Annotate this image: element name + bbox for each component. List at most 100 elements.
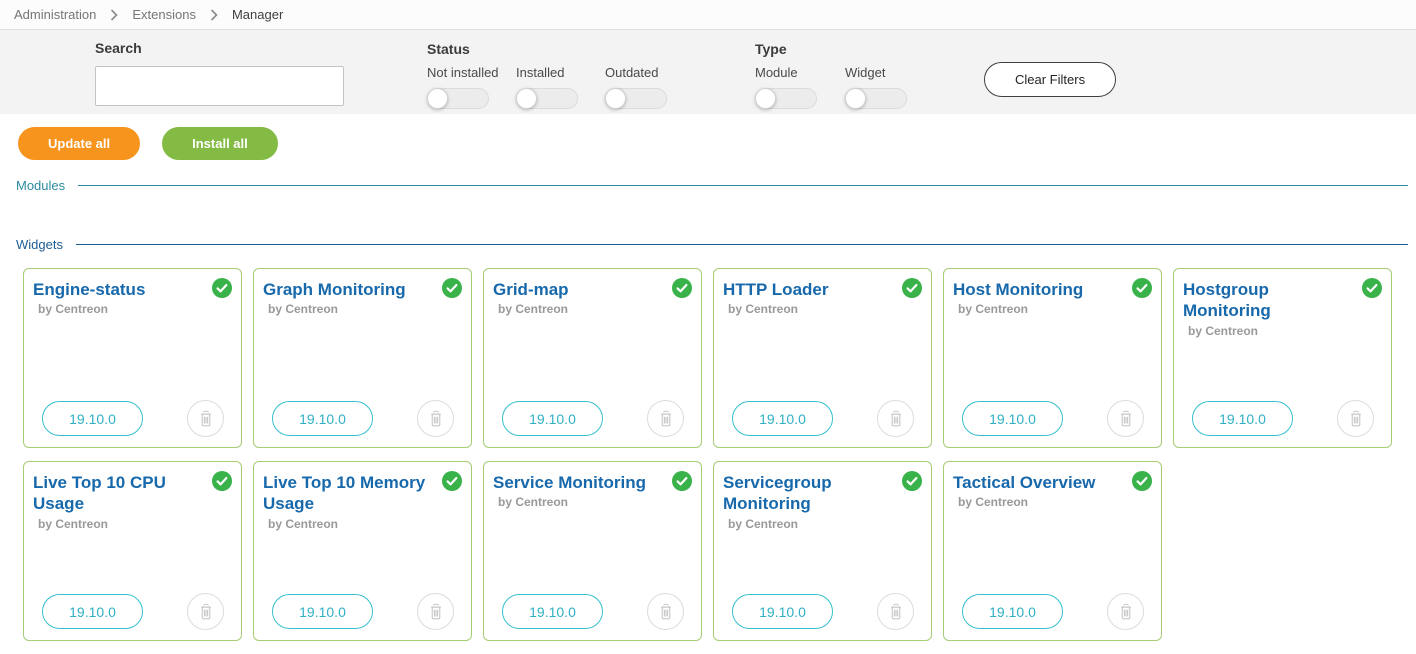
trash-icon — [1347, 409, 1365, 429]
card-footer: 19.10.0 — [42, 400, 224, 437]
version-button[interactable]: 19.10.0 — [272, 594, 373, 629]
version-button[interactable]: 19.10.0 — [42, 594, 143, 629]
card-title: Service Monitoring — [493, 472, 665, 493]
filter-outdated: Outdated — [605, 65, 667, 114]
card-author: by Centreon — [498, 302, 689, 316]
trash-icon — [427, 602, 445, 622]
extension-card[interactable]: Servicegroup Monitoring by Centreon 19.1… — [713, 461, 932, 641]
delete-button[interactable] — [647, 400, 684, 437]
widgets-grid: Engine-status by Centreon 19.10.0 — [0, 268, 1416, 654]
card-author: by Centreon — [958, 495, 1149, 509]
version-button[interactable]: 19.10.0 — [502, 401, 603, 436]
version-button[interactable]: 19.10.0 — [502, 594, 603, 629]
extension-card[interactable]: Tactical Overview by Centreon 19.10.0 — [943, 461, 1162, 641]
extension-card[interactable]: Live Top 10 Memory Usage by Centreon 19.… — [253, 461, 472, 641]
toggle-knob — [755, 88, 776, 109]
extension-card[interactable]: HTTP Loader by Centreon 19.10.0 — [713, 268, 932, 448]
card-title: Engine-status — [33, 279, 205, 300]
version-button[interactable]: 19.10.0 — [732, 401, 833, 436]
trash-icon — [1117, 409, 1135, 429]
breadcrumb-administration[interactable]: Administration — [14, 7, 96, 22]
trash-icon — [657, 409, 675, 429]
check-circle-icon — [1132, 471, 1152, 491]
card-title: Grid-map — [493, 279, 665, 300]
toggle-knob — [516, 88, 537, 109]
chevron-right-icon — [110, 9, 118, 21]
trash-icon — [197, 602, 215, 622]
delete-button[interactable] — [417, 400, 454, 437]
delete-button[interactable] — [187, 593, 224, 630]
check-circle-icon — [1132, 278, 1152, 298]
module-toggle[interactable] — [755, 88, 817, 109]
check-circle-icon — [902, 471, 922, 491]
trash-icon — [657, 602, 675, 622]
version-button[interactable]: 19.10.0 — [732, 594, 833, 629]
delete-button[interactable] — [1337, 400, 1374, 437]
version-button[interactable]: 19.10.0 — [962, 401, 1063, 436]
card-footer: 19.10.0 — [732, 400, 914, 437]
card-author: by Centreon — [498, 495, 689, 509]
card-footer: 19.10.0 — [732, 593, 914, 630]
extension-card[interactable]: Live Top 10 CPU Usage by Centreon 19.10.… — [23, 461, 242, 641]
card-footer: 19.10.0 — [272, 593, 454, 630]
trash-icon — [1117, 602, 1135, 622]
extension-card[interactable]: Engine-status by Centreon 19.10.0 — [23, 268, 242, 448]
card-author: by Centreon — [268, 302, 459, 316]
clear-filters-button[interactable]: Clear Filters — [984, 62, 1116, 97]
card-footer: 19.10.0 — [1192, 400, 1374, 437]
card-footer: 19.10.0 — [272, 400, 454, 437]
version-button[interactable]: 19.10.0 — [962, 594, 1063, 629]
widget-toggle[interactable] — [845, 88, 907, 109]
widgets-section-title: Widgets — [16, 237, 63, 252]
card-title: Live Top 10 Memory Usage — [263, 472, 435, 515]
toggle-label: Installed — [516, 65, 578, 80]
card-footer: 19.10.0 — [962, 400, 1144, 437]
card-title: Tactical Overview — [953, 472, 1125, 493]
card-author: by Centreon — [958, 302, 1149, 316]
delete-button[interactable] — [877, 400, 914, 437]
section-divider-line — [76, 244, 1408, 245]
check-circle-icon — [672, 278, 692, 298]
extension-card[interactable]: Service Monitoring by Centreon 19.10.0 — [483, 461, 702, 641]
delete-button[interactable] — [1107, 400, 1144, 437]
delete-button[interactable] — [647, 593, 684, 630]
update-all-button[interactable]: Update all — [18, 127, 140, 160]
trash-icon — [887, 602, 905, 622]
delete-button[interactable] — [417, 593, 454, 630]
card-author: by Centreon — [268, 517, 459, 531]
filter-installed: Installed — [516, 65, 578, 114]
outdated-toggle[interactable] — [605, 88, 667, 109]
extension-card[interactable]: Graph Monitoring by Centreon 19.10.0 — [253, 268, 472, 448]
trash-icon — [887, 409, 905, 429]
version-button[interactable]: 19.10.0 — [42, 401, 143, 436]
toggle-label: Module — [755, 65, 817, 80]
install-all-button[interactable]: Install all — [162, 127, 278, 160]
toggle-knob — [605, 88, 626, 109]
modules-section-header: Modules — [16, 178, 1408, 193]
version-button[interactable]: 19.10.0 — [1192, 401, 1293, 436]
check-circle-icon — [442, 471, 462, 491]
version-button[interactable]: 19.10.0 — [272, 401, 373, 436]
card-footer: 19.10.0 — [502, 400, 684, 437]
not-installed-toggle[interactable] — [427, 88, 489, 109]
delete-button[interactable] — [1107, 593, 1144, 630]
toggle-label: Not installed — [427, 65, 499, 80]
card-author: by Centreon — [728, 517, 919, 531]
delete-button[interactable] — [187, 400, 224, 437]
installed-toggle[interactable] — [516, 88, 578, 109]
delete-button[interactable] — [877, 593, 914, 630]
trash-icon — [197, 409, 215, 429]
card-title: Live Top 10 CPU Usage — [33, 472, 205, 515]
card-author: by Centreon — [728, 302, 919, 316]
section-divider-line — [78, 185, 1408, 186]
extension-card[interactable]: Host Monitoring by Centreon 19.10.0 — [943, 268, 1162, 448]
check-circle-icon — [442, 278, 462, 298]
extension-card[interactable]: Grid-map by Centreon 19.10.0 — [483, 268, 702, 448]
card-author: by Centreon — [38, 302, 229, 316]
filter-not-installed: Not installed — [427, 65, 499, 114]
extension-card[interactable]: Hostgroup Monitoring by Centreon 19.10.0 — [1173, 268, 1392, 448]
breadcrumb-extensions[interactable]: Extensions — [132, 7, 196, 22]
breadcrumb-manager: Manager — [232, 7, 283, 22]
search-group: Search — [95, 40, 344, 106]
search-input[interactable] — [95, 66, 344, 106]
